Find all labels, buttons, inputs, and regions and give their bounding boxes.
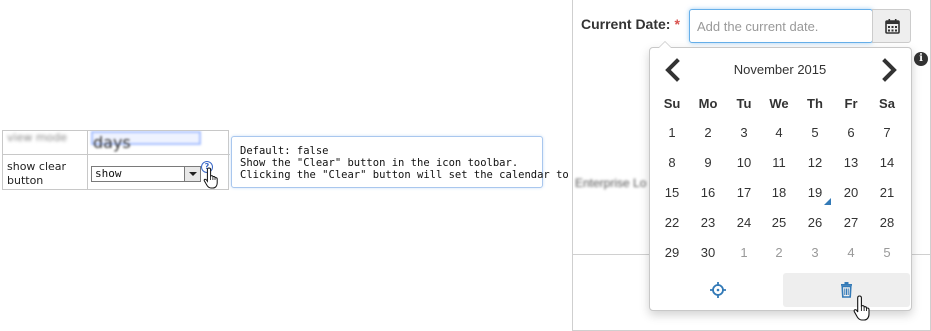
day-cell[interactable]: 9 [690, 148, 726, 178]
day-cell[interactable]: 11 [761, 148, 797, 178]
day-cell[interactable]: 8 [654, 148, 690, 178]
option-tooltip: Default: false Show the "Clear" button i… [231, 136, 607, 188]
datepicker-dropdown: November 2015 Su Mo Tu We Th Fr Sa 1 2 3 4 5 6 7 8 9 10… [649, 41, 912, 321]
day-cell[interactable]: 24 [726, 208, 762, 238]
current-date-label: Current Date: * [581, 16, 680, 32]
options-row-blurred: view mode days [3, 131, 230, 155]
day-cell[interactable]: 23 [690, 208, 726, 238]
weekday-sa: Sa [879, 96, 895, 111]
blurred-field-label: Enterprise Lo [575, 176, 647, 190]
day-cell[interactable]: 4 [761, 118, 797, 148]
day-cell[interactable]: 30 [690, 238, 726, 268]
next-month-button[interactable] [874, 56, 904, 84]
previous-month-button[interactable] [658, 56, 688, 84]
day-cell[interactable]: 5 [869, 238, 905, 268]
column-divider [87, 131, 88, 189]
weekday-fr: Fr [844, 96, 858, 111]
tooltip-line-behavior: Clicking the "Clear" button will set the… [240, 169, 607, 181]
day-cell-today[interactable]: 19 [797, 178, 833, 208]
blurred-option-label: view mode [7, 131, 68, 144]
day-cell[interactable]: 5 [797, 118, 833, 148]
trash-icon [841, 282, 852, 298]
day-cell[interactable]: 2 [761, 238, 797, 268]
day-cell[interactable]: 3 [797, 238, 833, 268]
current-date-input[interactable] [689, 9, 873, 43]
day-cell[interactable]: 2 [690, 118, 726, 148]
calendar-icon [885, 19, 900, 34]
day-cell[interactable]: 1 [726, 238, 762, 268]
clear-button[interactable] [783, 273, 910, 307]
day-cell[interactable]: 25 [761, 208, 797, 238]
select-value: show [95, 167, 122, 180]
options-table: view mode days show clear button show [2, 130, 230, 190]
day-cell[interactable]: 12 [797, 148, 833, 178]
day-cell[interactable]: 10 [726, 148, 762, 178]
month-switch[interactable]: November 2015 [690, 62, 870, 77]
day-cell[interactable]: 6 [833, 118, 869, 148]
option-label: show clear button [7, 160, 67, 187]
day-cell[interactable]: 4 [833, 238, 869, 268]
weekday-mo: Mo [698, 96, 718, 111]
day-cell[interactable]: 21 [869, 178, 905, 208]
options-panel: view mode days show clear button show ? … [2, 130, 607, 190]
day-cell[interactable]: 17 [726, 178, 762, 208]
chevron-left-icon [665, 58, 680, 82]
day-cell[interactable]: 18 [761, 178, 797, 208]
weekday-we: We [769, 96, 789, 111]
day-cell[interactable]: 3 [726, 118, 762, 148]
day-cell[interactable]: 7 [869, 118, 905, 148]
weekday-th: Th [807, 96, 823, 111]
hand-pointer-icon [203, 167, 218, 189]
weekday-su: Su [663, 96, 681, 111]
select-arrow-icon[interactable] [184, 167, 200, 181]
day-cell[interactable]: 1 [654, 118, 690, 148]
current-date-label-text: Current Date: [581, 16, 671, 32]
day-cell[interactable]: 28 [869, 208, 905, 238]
options-row-show-clear: show clear button show [3, 131, 230, 189]
day-cell[interactable]: 26 [797, 208, 833, 238]
today-button[interactable] [654, 273, 782, 307]
blurred-option-select[interactable]: days [91, 131, 201, 152]
day-cell[interactable]: 16 [690, 178, 726, 208]
required-marker: * [674, 16, 680, 32]
day-cell[interactable]: 14 [869, 148, 905, 178]
info-icon[interactable]: i [914, 52, 928, 66]
show-clear-select[interactable]: show [91, 166, 201, 182]
weekday-tu: Tu [736, 96, 752, 111]
day-cell[interactable]: 13 [833, 148, 869, 178]
tooltip-line-description: Show the "Clear" button in the icon tool… [240, 157, 519, 169]
crosshairs-icon [710, 282, 726, 298]
chevron-right-icon [882, 58, 897, 82]
day-cell[interactable]: 20 [833, 178, 869, 208]
day-cell[interactable]: 29 [654, 238, 690, 268]
day-cell[interactable]: 27 [833, 208, 869, 238]
day-cell[interactable]: 15 [654, 178, 690, 208]
day-cell[interactable]: 22 [654, 208, 690, 238]
hand-pointer-icon [853, 295, 870, 321]
tooltip-line-default: Default: false [240, 145, 329, 157]
calendar-toggle-button[interactable] [872, 9, 911, 43]
